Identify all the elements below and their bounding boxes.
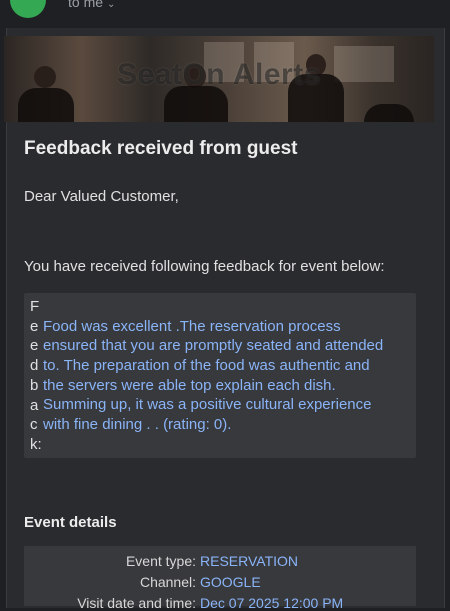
feedback-line: ensured that you are promptly seated and… — [43, 337, 384, 355]
detail-value[interactable]: RESERVATION — [200, 553, 298, 569]
feedback-line: to. The preparation of the food was auth… — [43, 356, 370, 374]
feedback-label-letter: c — [30, 416, 38, 434]
avatar[interactable] — [10, 0, 46, 18]
detail-value[interactable]: Dec 07 2025 12:00 PM — [200, 595, 343, 611]
feedback-line: Summing up, it was a positive cultural e… — [43, 396, 372, 414]
detail-label: Event type: — [125, 553, 196, 569]
detail-label: Visit date and time: — [77, 595, 196, 611]
detail-value[interactable]: GOOGLE — [200, 574, 261, 590]
event-details-heading: Event details — [24, 514, 117, 531]
feedback-line: with fine dining . . (rating: 0). — [43, 416, 232, 434]
feedback-label-letter: d — [30, 357, 39, 375]
chevron-down-icon: ⌄ — [107, 0, 116, 10]
feedback-line: Food was excellent .The reservation proc… — [43, 317, 341, 335]
page-title: Feedback received from guest — [24, 138, 298, 159]
recipient-label: to me — [68, 0, 104, 10]
feedback-label-letter: k: — [30, 435, 42, 453]
feedback-line: the servers were able top explain each d… — [43, 376, 336, 394]
feedback-label-letter: F — [30, 298, 40, 315]
banner-image: SeatOn Alerts — [4, 36, 434, 122]
feedback-text[interactable]: Food was excellent .The reservation proc… — [43, 317, 415, 435]
feedback-label-letter: b — [30, 376, 39, 394]
greeting-text: Dear Valued Customer, — [24, 188, 179, 205]
email-content: Feedback received from guest Dear Valued… — [24, 138, 416, 275]
banner-title: SeatOn Alerts — [117, 58, 321, 91]
intro-text: You have received following feedback for… — [24, 258, 385, 275]
feedback-label: F e e d b a c k: — [30, 297, 42, 455]
event-details-box: Event type: RESERVATION Channel: GOOGLE … — [24, 546, 416, 611]
feedback-label-letter: a — [30, 396, 39, 414]
detail-label: Channel: — [139, 574, 196, 590]
recipient-dropdown[interactable]: to me ⌄ — [68, 0, 115, 10]
feedback-label-letter: e — [30, 337, 39, 355]
feedback-box: F e e d b a c k: Food was excellent .The… — [24, 293, 416, 458]
message-header: to me ⌄ — [0, 0, 450, 30]
feedback-label-letter: e — [30, 317, 39, 335]
